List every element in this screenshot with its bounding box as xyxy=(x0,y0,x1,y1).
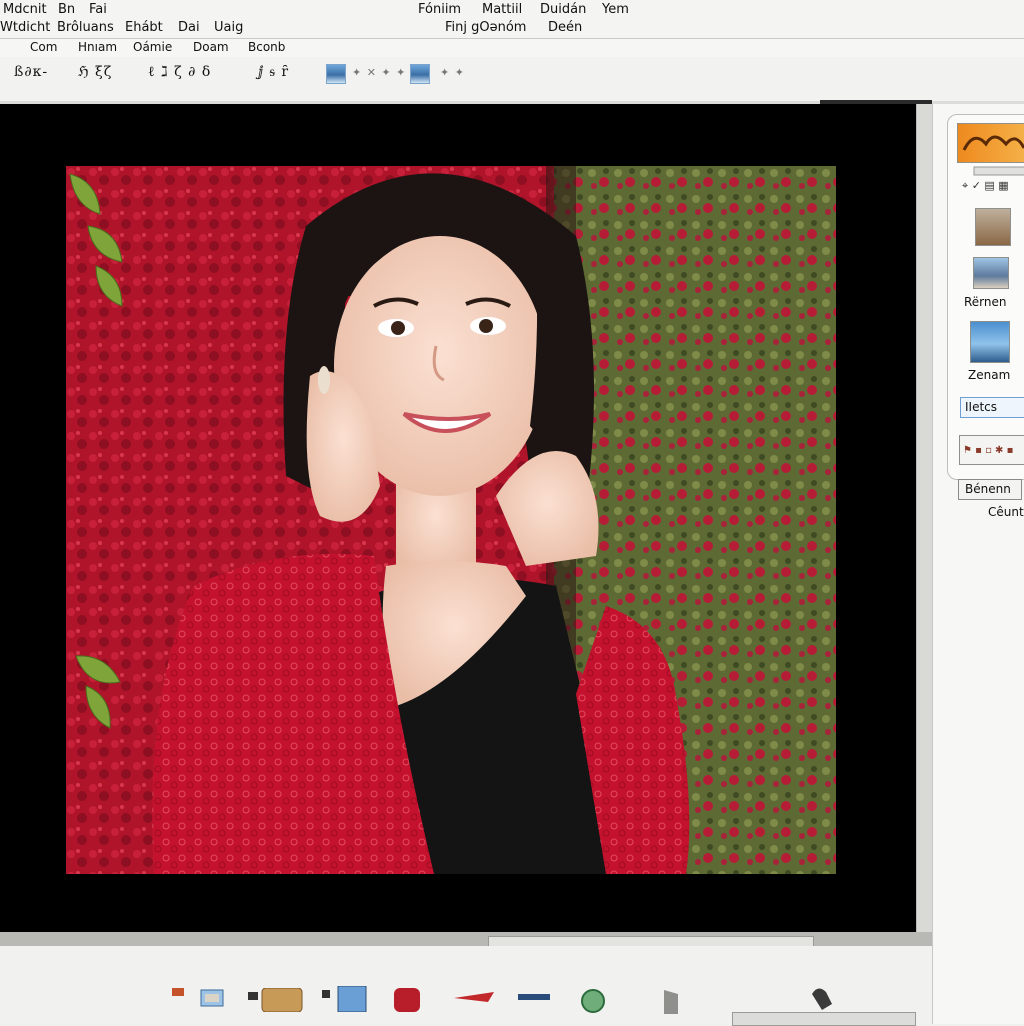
menu-item[interactable]: Brôluans xyxy=(57,21,114,35)
bookmark-icon[interactable] xyxy=(660,986,682,1014)
svg-text:⌖ ✓ ▤ ▦: ⌖ ✓ ▤ ▦ xyxy=(962,179,1009,192)
photo[interactable] xyxy=(66,166,836,874)
star-icon[interactable]: ✦ ✕ ✦ ✦ xyxy=(352,66,406,79)
thumbnail-label: Rërnen xyxy=(964,295,1007,309)
panel-caption: Cêuntı xyxy=(988,505,1024,519)
menu-item[interactable]: Duidán xyxy=(540,3,586,17)
secondary-menu-item[interactable]: Oámie xyxy=(133,40,172,54)
jar-icon[interactable] xyxy=(392,986,422,1014)
globe-icon[interactable] xyxy=(580,988,606,1014)
secondary-menu-item[interactable]: Com xyxy=(30,40,57,54)
menu-item[interactable]: Finj gOənóm xyxy=(445,21,526,35)
image-thumbnail[interactable] xyxy=(970,321,1010,363)
menu-item[interactable]: Ehábt xyxy=(125,21,163,35)
screen-icon[interactable] xyxy=(322,986,368,1012)
image-thumbnail[interactable] xyxy=(973,257,1009,289)
secondary-menu-item[interactable]: Bconb xyxy=(248,40,285,54)
secondary-menu-bar: Com Hnıam Oámie Doam Bconb xyxy=(0,38,1024,58)
logo-thumbnail[interactable] xyxy=(957,123,1024,163)
menu-item[interactable]: Mattiil xyxy=(482,3,522,17)
panel-button[interactable]: Bénenn xyxy=(958,479,1022,500)
menu-item[interactable]: Bn xyxy=(58,3,75,17)
edit-icon[interactable]: ß∂κ- xyxy=(14,64,48,80)
camera-icon[interactable] xyxy=(172,988,184,996)
thumbnail-label: Zenam xyxy=(968,368,1011,382)
pen-icon[interactable] xyxy=(454,990,496,1004)
menu-item[interactable]: Yem xyxy=(602,3,629,17)
toolbar: ß∂κ- ℌ ξζ ℓ ℷ ζ ∂ δ ⅉ ᵴ ȓ ✦ ✕ ✦ ✦ ✦ ✦ xyxy=(0,57,1024,104)
folder-icon[interactable] xyxy=(200,988,224,1008)
crop-icon[interactable]: ⅉ ᵴ ȓ xyxy=(258,64,289,81)
svg-text:⚑ ▪ ▫ ✱ ▪: ⚑ ▪ ▫ ✱ ▪ xyxy=(963,445,1013,456)
jar-icon[interactable] xyxy=(248,988,304,1012)
image-icon[interactable] xyxy=(326,64,346,84)
brush-icon[interactable] xyxy=(518,994,550,1002)
toolbar-icons[interactable]: ⌖ ✓ ▤ ▦ xyxy=(960,165,1024,195)
menu-item[interactable]: Wtdicht xyxy=(0,21,50,35)
menu-item[interactable]: Fóniim xyxy=(418,3,461,17)
menu-item[interactable]: Fai xyxy=(89,3,107,17)
image-thumbnail[interactable] xyxy=(975,208,1011,246)
text-icon[interactable]: ℓ ℷ ζ ∂ δ xyxy=(148,64,211,81)
mouse-icon[interactable] xyxy=(806,984,836,1014)
secondary-menu-item[interactable]: Doam xyxy=(193,40,229,54)
field-input[interactable]: IIetcs xyxy=(960,397,1024,418)
menu-item[interactable]: Deén xyxy=(548,21,582,35)
star-icon[interactable]: ✦ ✦ xyxy=(440,66,465,79)
secondary-menu-item[interactable]: Hnıam xyxy=(78,40,117,54)
brush-icon[interactable]: ℌ ξζ xyxy=(78,64,112,80)
image-thumbnail[interactable]: ⚑ ▪ ▫ ✱ ▪ xyxy=(959,435,1024,465)
menu-bar: Mdcnit Bn Fai Fóniim Mattiil Duidán Yem … xyxy=(0,0,1024,38)
menu-item[interactable]: Dai xyxy=(178,21,200,35)
menu-item[interactable]: Mdcnit xyxy=(3,3,47,17)
thumbnail-panel: ⌖ ✓ ▤ ▦ Rërnen Zenam IIetcs ⚑ ▪ ▫ ✱ ▪ xyxy=(947,114,1024,480)
image-icon[interactable] xyxy=(410,64,430,84)
vertical-scrollbar[interactable] xyxy=(916,104,933,934)
menu-item[interactable]: Uaig xyxy=(214,21,243,35)
